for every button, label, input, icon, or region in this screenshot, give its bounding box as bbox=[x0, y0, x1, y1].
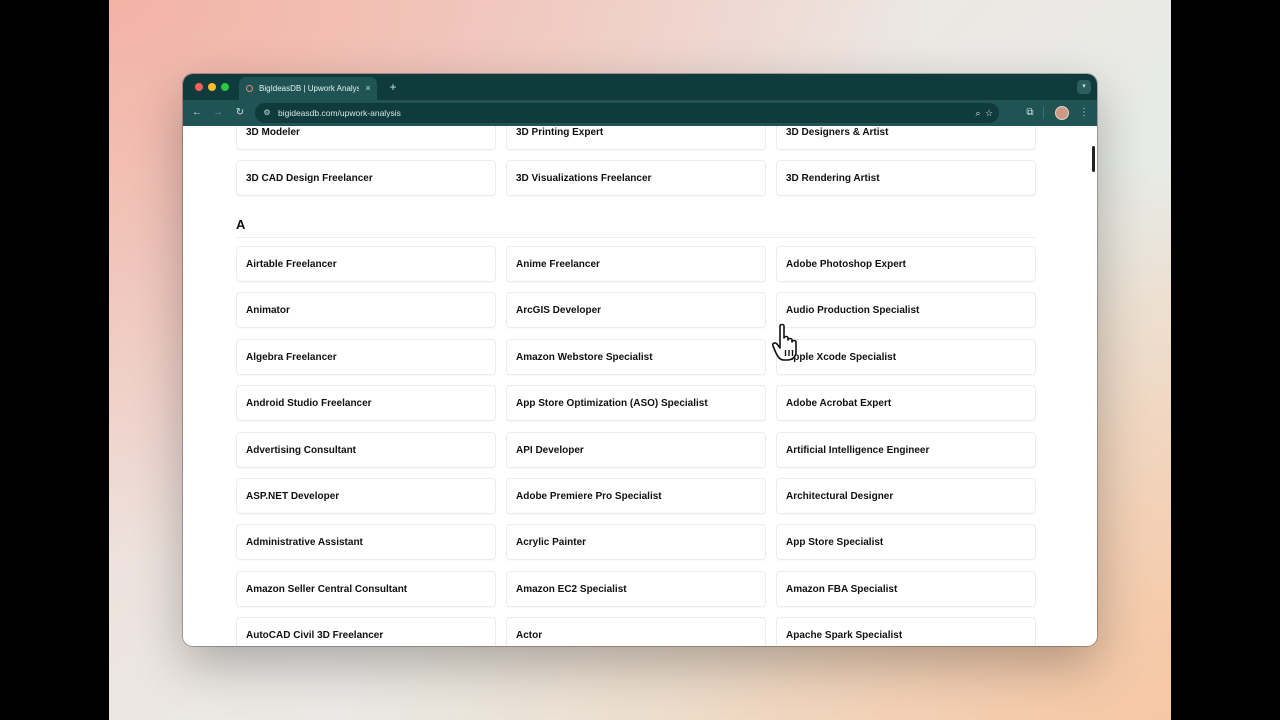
list-item[interactable]: Adobe Photoshop Expert bbox=[776, 246, 1036, 282]
list-item-label: Amazon FBA Specialist bbox=[786, 584, 898, 595]
tab-title: BigIdeasDB | Upwork Analysis bbox=[259, 84, 359, 93]
section-divider bbox=[236, 237, 1036, 238]
favicon-icon bbox=[246, 85, 253, 92]
list-item-label: Actor bbox=[516, 630, 543, 641]
url-text[interactable]: bigideasdb.com/upwork-analysis bbox=[278, 107, 401, 119]
list-item-label: Audio Production Specialist bbox=[786, 305, 920, 316]
list-item[interactable]: Architectural Designer bbox=[776, 478, 1036, 514]
list-item[interactable]: Animator bbox=[236, 292, 496, 328]
more-menu-icon[interactable]: ⋮ bbox=[1077, 106, 1091, 120]
list-item-label: 3D Designers & Artist bbox=[786, 127, 889, 138]
list-item[interactable]: 3D Visualizations Freelancer bbox=[506, 160, 766, 196]
list-item-label: Artificial Intelligence Engineer bbox=[786, 445, 930, 456]
toolbar-divider bbox=[1043, 107, 1044, 119]
profile-avatar[interactable] bbox=[1055, 106, 1069, 120]
list-item[interactable]: ASP.NET Developer bbox=[236, 478, 496, 514]
list-item-label: Acrylic Painter bbox=[516, 537, 587, 548]
list-item-label: ASP.NET Developer bbox=[246, 491, 340, 502]
list-item-label: Algebra Freelancer bbox=[246, 352, 337, 363]
list-item[interactable]: Audio Production Specialist bbox=[776, 292, 1036, 328]
list-item[interactable]: Android Studio Freelancer bbox=[236, 385, 496, 421]
minimize-window-button[interactable] bbox=[208, 83, 216, 91]
list-item[interactable]: Administrative Assistant bbox=[236, 524, 496, 560]
list-item[interactable]: API Developer bbox=[506, 432, 766, 468]
browser-window: BigIdeasDB | Upwork Analysis × + ▾ ← → ↻… bbox=[183, 74, 1097, 646]
list-item[interactable]: 3D CAD Design Freelancer bbox=[236, 160, 496, 196]
list-item-label: Adobe Premiere Pro Specialist bbox=[516, 491, 662, 502]
list-item[interactable]: AutoCAD Civil 3D Freelancer bbox=[236, 617, 496, 646]
list-item-label: 3D Rendering Artist bbox=[786, 173, 880, 184]
list-item-label: App Store Specialist bbox=[786, 537, 884, 548]
extensions-icon[interactable]: ⧉ bbox=[1023, 106, 1037, 120]
list-item[interactable]: Amazon Webstore Specialist bbox=[506, 339, 766, 375]
list-item-label: App Store Optimization (ASO) Specialist bbox=[516, 398, 708, 409]
address-bar[interactable]: ⚙ bigideasdb.com/upwork-analysis ⌕ ☆ bbox=[255, 103, 999, 123]
list-item[interactable]: 3D Rendering Artist bbox=[776, 160, 1036, 196]
list-item-label: Adobe Acrobat Expert bbox=[786, 398, 892, 409]
list-item[interactable]: 3D Modeler bbox=[236, 126, 496, 150]
forward-arrow-icon[interactable]: → bbox=[211, 106, 225, 120]
list-item-label: Amazon EC2 Specialist bbox=[516, 584, 627, 595]
list-item-label: Architectural Designer bbox=[786, 491, 894, 502]
list-item-label: Airtable Freelancer bbox=[246, 259, 337, 270]
list-item[interactable]: App Store Specialist bbox=[776, 524, 1036, 560]
list-item-label: Administrative Assistant bbox=[246, 537, 363, 548]
list-item[interactable]: App Store Optimization (ASO) Specialist bbox=[506, 385, 766, 421]
chevron-down-icon[interactable]: ▾ bbox=[1077, 80, 1091, 94]
list-item[interactable]: Advertising Consultant bbox=[236, 432, 496, 468]
list-item[interactable]: Anime Freelancer bbox=[506, 246, 766, 282]
page-content: 3D Modeler 3D Printing Expert 3D Designe… bbox=[183, 126, 1097, 646]
list-item[interactable]: Adobe Premiere Pro Specialist bbox=[506, 478, 766, 514]
list-item-label: Adobe Photoshop Expert bbox=[786, 259, 906, 270]
list-item[interactable]: 3D Designers & Artist bbox=[776, 126, 1036, 150]
list-item[interactable]: Apache Spark Specialist bbox=[776, 617, 1036, 646]
tab-strip: BigIdeasDB | Upwork Analysis × + ▾ bbox=[183, 74, 1097, 100]
list-item-label: 3D Printing Expert bbox=[516, 127, 604, 138]
list-item[interactable]: Actor bbox=[506, 617, 766, 646]
hand-pointer-icon bbox=[772, 323, 797, 361]
list-item-label: Apache Spark Specialist bbox=[786, 630, 903, 641]
list-item[interactable]: Acrylic Painter bbox=[506, 524, 766, 560]
reload-icon[interactable]: ↻ bbox=[233, 106, 247, 120]
list-item[interactable]: Artificial Intelligence Engineer bbox=[776, 432, 1036, 468]
list-item[interactable]: Amazon FBA Specialist bbox=[776, 571, 1036, 607]
tab-active[interactable]: BigIdeasDB | Upwork Analysis × bbox=[239, 77, 377, 100]
list-item-label: 3D Visualizations Freelancer bbox=[516, 173, 652, 184]
site-settings-icon[interactable]: ⚙ bbox=[261, 107, 273, 119]
list-item-label: 3D Modeler bbox=[246, 127, 300, 138]
list-item[interactable]: Adobe Acrobat Expert bbox=[776, 385, 1036, 421]
back-arrow-icon[interactable]: ← bbox=[190, 106, 204, 120]
list-item[interactable]: Amazon Seller Central Consultant bbox=[236, 571, 496, 607]
scrollbar-thumb[interactable] bbox=[1092, 146, 1095, 172]
list-item-label: Anime Freelancer bbox=[516, 259, 600, 270]
tab-close-icon[interactable]: × bbox=[363, 82, 373, 94]
list-item-label: Android Studio Freelancer bbox=[246, 398, 372, 409]
list-item[interactable]: ArcGIS Developer bbox=[506, 292, 766, 328]
list-item[interactable]: Apple Xcode Specialist bbox=[776, 339, 1036, 375]
list-item-label: Animator bbox=[246, 305, 290, 316]
browser-toolbar: ← → ↻ ⚙ bigideasdb.com/upwork-analysis ⌕… bbox=[183, 100, 1097, 126]
close-window-button[interactable] bbox=[195, 83, 203, 91]
list-item[interactable]: Amazon EC2 Specialist bbox=[506, 571, 766, 607]
list-item[interactable]: Airtable Freelancer bbox=[236, 246, 496, 282]
new-tab-button[interactable]: + bbox=[387, 80, 399, 94]
list-item[interactable]: 3D Printing Expert bbox=[506, 126, 766, 150]
list-item[interactable]: Algebra Freelancer bbox=[236, 339, 496, 375]
list-item-label: 3D CAD Design Freelancer bbox=[246, 173, 373, 184]
list-item-label: API Developer bbox=[516, 445, 584, 456]
section-heading: A bbox=[236, 217, 246, 232]
zoom-window-button[interactable] bbox=[221, 83, 229, 91]
list-item-label: Amazon Seller Central Consultant bbox=[246, 584, 408, 595]
list-item-label: ArcGIS Developer bbox=[516, 305, 602, 316]
list-item-label: Advertising Consultant bbox=[246, 445, 357, 456]
bookmark-star-icon[interactable]: ☆ bbox=[983, 107, 995, 119]
list-item-label: AutoCAD Civil 3D Freelancer bbox=[246, 630, 384, 641]
list-item-label: Amazon Webstore Specialist bbox=[516, 352, 653, 363]
